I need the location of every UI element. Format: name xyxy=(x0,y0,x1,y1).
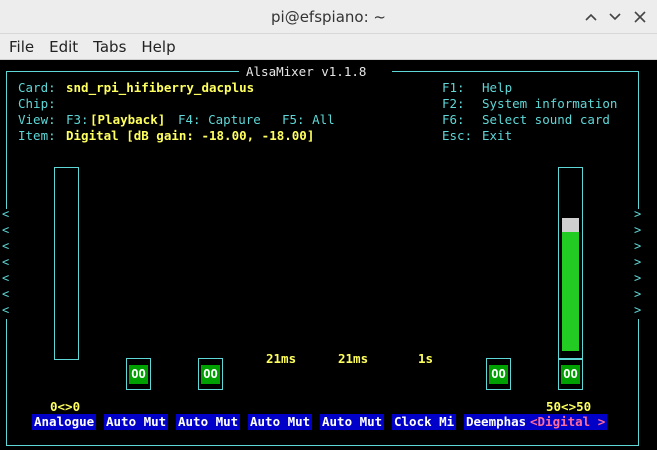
toggle-box-1[interactable]: OO xyxy=(126,358,151,390)
minimize-icon[interactable] xyxy=(605,7,625,27)
scroll-right-arrows[interactable]: > > > > > > > xyxy=(634,206,641,318)
menu-file[interactable]: File xyxy=(9,38,34,56)
control-digital-selected[interactable]: <Digital > xyxy=(528,414,608,430)
menu-help[interactable]: Help xyxy=(141,38,175,56)
close-icon[interactable] xyxy=(630,7,650,27)
item-label: Item: xyxy=(18,128,56,143)
chevron-up-icon[interactable] xyxy=(581,7,601,27)
toggle-box-2[interactable]: OO xyxy=(198,358,223,390)
control-auto-mute-3[interactable]: Auto Mut xyxy=(248,414,313,430)
key-esc: Esc: xyxy=(442,128,473,143)
enum-value: 21ms xyxy=(338,351,369,366)
frame-right-bottom xyxy=(638,319,639,445)
toggle-switch: OO xyxy=(129,365,148,384)
key-f2: F2: xyxy=(442,96,465,111)
enum-value: 1s xyxy=(418,351,434,366)
control-clock-mi[interactable]: Clock Mi xyxy=(392,414,457,430)
frame-right-top xyxy=(638,71,639,209)
control-analogue[interactable]: Analogue xyxy=(32,414,97,430)
toggle-switch: OO xyxy=(561,365,580,384)
frame-bottom xyxy=(6,445,639,446)
toggle-box-3[interactable]: OO xyxy=(486,358,511,390)
mixer-header: AlsaMixer v1.1.8 xyxy=(246,64,367,79)
menu-edit[interactable]: Edit xyxy=(49,38,78,56)
chip-label: Chip: xyxy=(18,96,56,111)
analogue-volume-bar[interactable] xyxy=(54,167,79,360)
control-auto-mute-2[interactable]: Auto Mut xyxy=(176,414,241,430)
key-f6-desc: Select sound card xyxy=(482,112,610,127)
digital-level: 50<>50 xyxy=(546,399,592,414)
key-f1-desc: Help xyxy=(482,80,513,95)
frame-left-top xyxy=(6,71,7,209)
analogue-level: 0<>0 xyxy=(50,399,81,414)
key-f1: F1: xyxy=(442,80,465,95)
view-playback[interactable]: [Playback] xyxy=(90,112,165,128)
toggle-switch: OO xyxy=(201,365,220,384)
view-f3: F3: xyxy=(66,112,89,127)
digital-volume-cap xyxy=(562,218,579,232)
view-capture[interactable]: F4: Capture xyxy=(178,112,261,128)
view-label: View: xyxy=(18,112,56,127)
control-deemphasis[interactable]: Deemphas xyxy=(464,414,529,430)
key-f2-desc: System information xyxy=(482,96,618,111)
item-value: Digital [dB gain: -18.00, -18.00] xyxy=(66,128,315,143)
control-auto-mute-1[interactable]: Auto Mut xyxy=(104,414,169,430)
menu-tabs[interactable]: Tabs xyxy=(93,38,126,56)
frame-top-right xyxy=(392,71,638,72)
window-titlebar: pi@efspiano: ~ xyxy=(0,0,657,34)
key-esc-desc: Exit xyxy=(482,128,513,143)
control-auto-mute-4[interactable]: Auto Mut xyxy=(320,414,385,430)
frame-left-bottom xyxy=(6,319,7,445)
terminal[interactable]: AlsaMixer v1.1.8 Card: snd_rpi_hifiberry… xyxy=(0,61,657,450)
window-title: pi@efspiano: ~ xyxy=(271,7,386,26)
menu-bar: File Edit Tabs Help xyxy=(0,34,657,60)
card-value: snd_rpi_hifiberry_dacplus xyxy=(66,80,255,95)
enum-value: 21ms xyxy=(266,351,297,366)
digital-volume-bar[interactable] xyxy=(558,167,583,360)
key-f6: F6: xyxy=(442,112,465,127)
view-all[interactable]: F5: All xyxy=(282,112,335,128)
digital-volume-fill xyxy=(562,232,579,351)
card-label: Card: xyxy=(18,80,56,95)
frame-top-left xyxy=(6,71,239,72)
toggle-switch: OO xyxy=(489,365,508,384)
scroll-left-arrows[interactable]: < < < < < < < xyxy=(2,206,9,318)
toggle-box-4[interactable]: OO xyxy=(558,358,583,390)
